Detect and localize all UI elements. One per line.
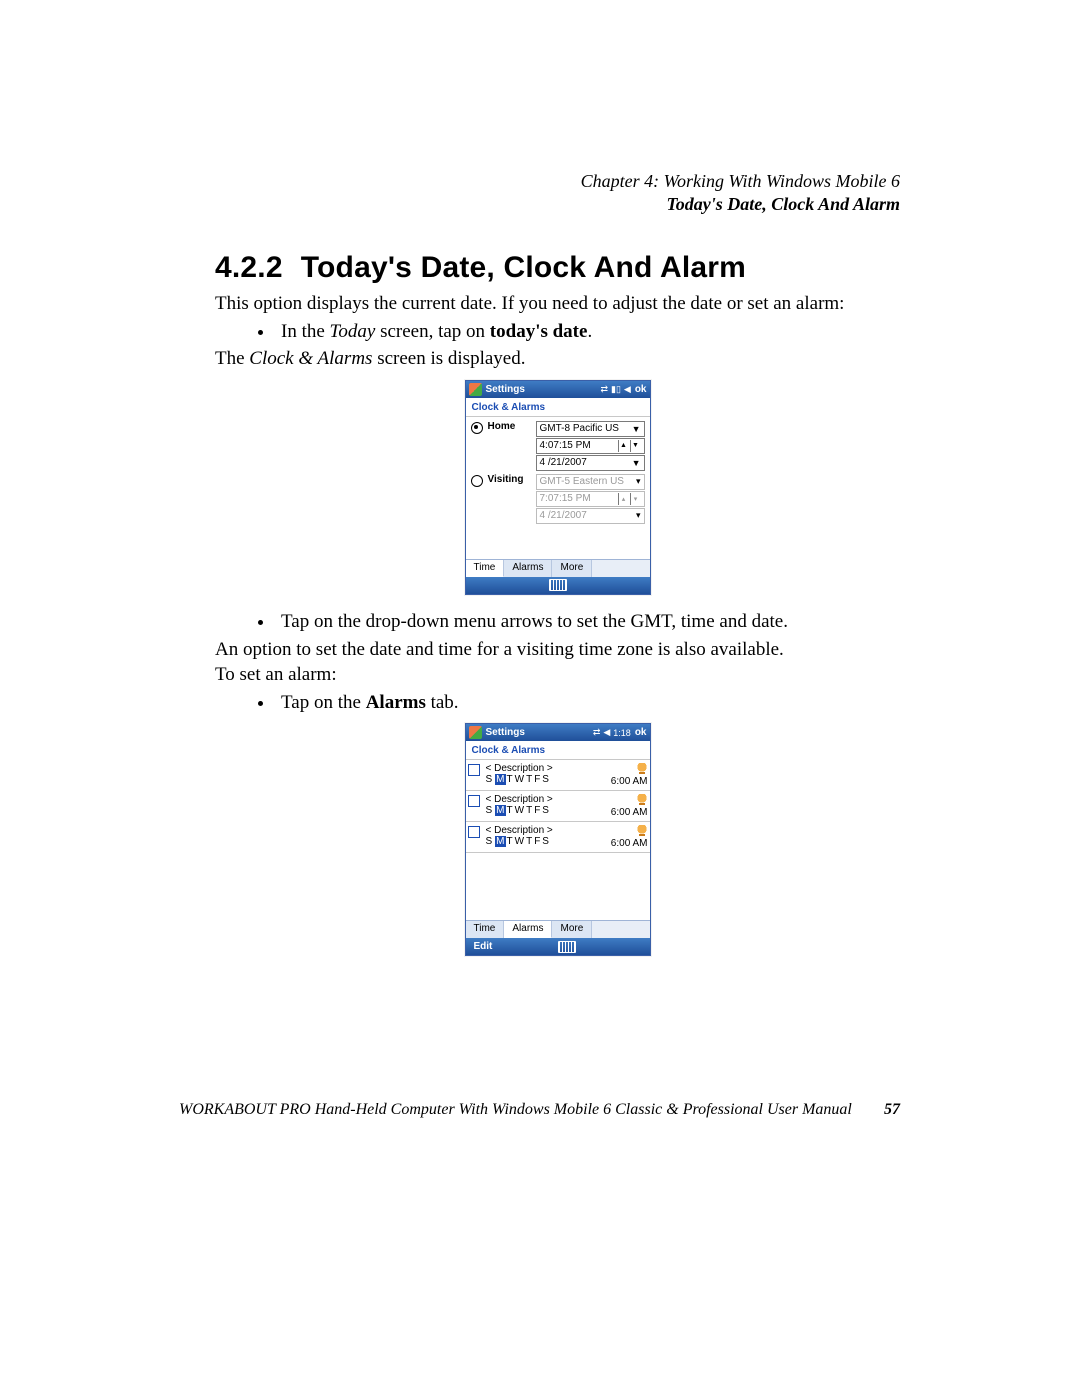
volume-icon: ◀ bbox=[603, 727, 610, 738]
clock-text: 1:18 bbox=[613, 728, 631, 738]
bell-icon[interactable] bbox=[636, 825, 648, 835]
tab-bar: Time Alarms More bbox=[466, 559, 650, 577]
paragraph-4: To set an alarm: bbox=[215, 662, 900, 688]
home-time-field[interactable]: 4:07:15 PM▲▼ bbox=[536, 438, 645, 454]
section-title: 4.2.2 Today's Date, Clock And Alarm bbox=[215, 251, 900, 285]
section-name: Today's Date, Clock And Alarm bbox=[301, 251, 746, 284]
chevron-down-icon: ▾ bbox=[636, 476, 641, 487]
running-header: Chapter 4: Working With Windows Mobile 6… bbox=[215, 170, 900, 215]
ok-button[interactable]: ok bbox=[635, 727, 647, 738]
home-radio[interactable] bbox=[471, 422, 483, 434]
section-line: Today's Date, Clock And Alarm bbox=[215, 193, 900, 216]
bell-icon[interactable] bbox=[636, 763, 648, 773]
visiting-zone-row: Visiting GMT-5 Eastern US▾ 7:07:15 PM▴▾ … bbox=[471, 474, 645, 525]
tab-time[interactable]: Time bbox=[466, 560, 505, 577]
status-icons: ⇄ ▮▯ ◀ bbox=[600, 384, 630, 395]
home-zone-row: Home GMT-8 Pacific US▼ 4:07:15 PM▲▼ 4 /2… bbox=[471, 421, 645, 472]
alarm-checkbox[interactable] bbox=[468, 826, 480, 838]
alarm-days[interactable]: SMTWTFS bbox=[486, 805, 611, 816]
alarm-time[interactable]: 6:00 AM bbox=[611, 776, 648, 787]
alarm-right: 6:00 AM bbox=[611, 763, 648, 787]
alarm-time[interactable]: 6:00 AM bbox=[611, 807, 648, 818]
wm-title: Settings bbox=[486, 384, 597, 395]
keyboard-icon[interactable] bbox=[549, 579, 567, 591]
chevron-down-icon: ▼ bbox=[632, 458, 641, 468]
bell-icon[interactable] bbox=[636, 794, 648, 804]
tab-time[interactable]: Time bbox=[466, 921, 505, 938]
alarm-right: 6:00 AM bbox=[611, 794, 648, 818]
home-timezone-dropdown[interactable]: GMT-8 Pacific US▼ bbox=[536, 421, 645, 437]
ok-button[interactable]: ok bbox=[635, 384, 647, 395]
alarm-row[interactable]: < Description >SMTWTFS6:00 AM bbox=[466, 822, 650, 853]
soft-key-bar bbox=[466, 577, 650, 594]
connectivity-icon: ⇄ bbox=[600, 384, 608, 395]
alarm-checkbox[interactable] bbox=[468, 795, 480, 807]
section-number: 4.2.2 bbox=[215, 251, 283, 285]
tab-alarms[interactable]: Alarms bbox=[504, 921, 552, 938]
page-footer: WORKABOUT PRO Hand-Held Computer With Wi… bbox=[179, 1101, 900, 1119]
footer-title: WORKABOUT PRO Hand-Held Computer With Wi… bbox=[179, 1101, 854, 1119]
tab-more[interactable]: More bbox=[552, 921, 592, 938]
screenshot-clock-time: Settings ⇄ ▮▯ ◀ ok Clock & Alarms Home G… bbox=[465, 380, 651, 595]
tab-bar: Time Alarms More bbox=[466, 920, 650, 938]
screen-subtitle: Clock & Alarms bbox=[466, 741, 650, 760]
alarm-row[interactable]: < Description >SMTWTFS6:00 AM bbox=[466, 760, 650, 791]
alarm-time[interactable]: 6:00 AM bbox=[611, 838, 648, 849]
alarm-description[interactable]: < Description > bbox=[486, 794, 611, 805]
signal-icon: ▮▯ bbox=[611, 384, 621, 395]
alarm-days[interactable]: SMTWTFS bbox=[486, 836, 611, 847]
wm-title: Settings bbox=[486, 727, 589, 738]
chapter-line: Chapter 4: Working With Windows Mobile 6 bbox=[215, 170, 900, 193]
status-icons: ⇄ ◀ 1:18 bbox=[593, 727, 631, 738]
paragraph-2: The Clock & Alarms screen is displayed. bbox=[215, 346, 900, 372]
bullet-2: Tap on the drop-down menu arrows to set … bbox=[275, 609, 900, 635]
alarm-description[interactable]: < Description > bbox=[486, 825, 611, 836]
wm-titlebar: Settings ⇄ ▮▯ ◀ ok bbox=[466, 381, 650, 398]
page-number: 57 bbox=[884, 1101, 900, 1119]
down-arrow-icon[interactable]: ▼ bbox=[630, 440, 641, 452]
wm-titlebar: Settings ⇄ ◀ 1:18 ok bbox=[466, 724, 650, 741]
alarm-row[interactable]: < Description >SMTWTFS6:00 AM bbox=[466, 791, 650, 822]
visiting-date-dropdown[interactable]: 4 /21/2007▾ bbox=[536, 508, 645, 524]
volume-icon: ◀ bbox=[624, 384, 631, 395]
chevron-down-icon: ▼ bbox=[632, 424, 641, 434]
bullet-3: Tap on the Alarms tab. bbox=[275, 690, 900, 716]
connectivity-icon: ⇄ bbox=[593, 727, 601, 738]
home-label: Home bbox=[488, 421, 536, 432]
alarm-checkbox[interactable] bbox=[468, 764, 480, 776]
start-icon bbox=[469, 383, 482, 396]
bullet-list-2: Tap on the drop-down menu arrows to set … bbox=[215, 609, 900, 635]
screen-subtitle: Clock & Alarms bbox=[466, 398, 650, 417]
visiting-timezone-dropdown[interactable]: GMT-5 Eastern US▾ bbox=[536, 474, 645, 490]
chevron-down-icon: ▾ bbox=[636, 510, 641, 521]
tab-more[interactable]: More bbox=[552, 560, 592, 577]
up-arrow-icon[interactable]: ▲ bbox=[618, 440, 629, 452]
visiting-time-field[interactable]: 7:07:15 PM▴▾ bbox=[536, 491, 645, 507]
screenshot-clock-alarms: Settings ⇄ ◀ 1:18 ok Clock & Alarms < De… bbox=[465, 723, 651, 956]
bullet-list-1: In the Today screen, tap on today's date… bbox=[215, 319, 900, 345]
visiting-radio[interactable] bbox=[471, 475, 483, 487]
paragraph-3: An option to set the date and time for a… bbox=[215, 637, 900, 663]
tab-alarms[interactable]: Alarms bbox=[504, 560, 552, 577]
edit-softkey[interactable]: Edit bbox=[466, 941, 493, 952]
keyboard-icon[interactable] bbox=[558, 941, 576, 953]
home-date-dropdown[interactable]: 4 /21/2007▼ bbox=[536, 455, 645, 471]
bullet-1: In the Today screen, tap on today's date… bbox=[275, 319, 900, 345]
visiting-label: Visiting bbox=[488, 474, 536, 485]
alarm-description[interactable]: < Description > bbox=[486, 763, 611, 774]
soft-key-bar: Edit bbox=[466, 938, 650, 955]
start-icon bbox=[469, 726, 482, 739]
alarm-days[interactable]: SMTWTFS bbox=[486, 774, 611, 785]
alarm-right: 6:00 AM bbox=[611, 825, 648, 849]
bullet-list-3: Tap on the Alarms tab. bbox=[215, 690, 900, 716]
paragraph-1: This option displays the current date. I… bbox=[215, 291, 900, 317]
